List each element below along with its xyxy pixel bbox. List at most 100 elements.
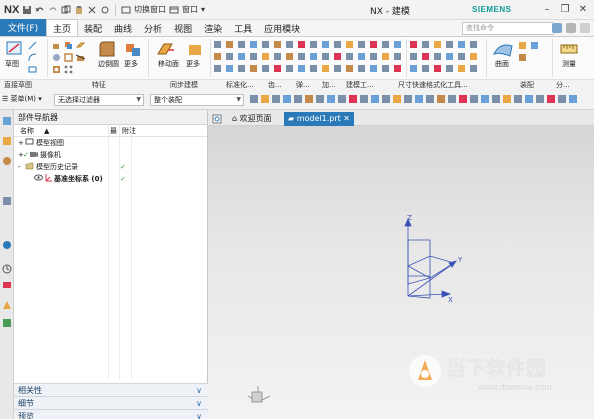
column-header-attachment[interactable]: 附注 — [122, 125, 136, 137]
more-features-icon[interactable] — [122, 40, 144, 58]
column-header-name[interactable]: 名称 — [20, 125, 34, 137]
trim-body-icon[interactable] — [76, 53, 85, 62]
customize-dropdown-icon[interactable]: ▾ — [201, 5, 205, 14]
surface-icon[interactable] — [492, 40, 514, 58]
title-bar: NX 切换窗口 窗口 ▾ NX - 建模 SIEMENS – ❐ ✕ — [0, 0, 594, 20]
list-item-datum-csys[interactable]: 基准坐标系 (0) ✓ — [14, 173, 207, 185]
snap-point-toolbar[interactable] — [250, 95, 590, 105]
constraint-navigator-icon[interactable] — [2, 156, 12, 166]
tab-analysis[interactable]: 分析 — [138, 20, 168, 36]
view-triad[interactable] — [247, 386, 271, 403]
rectangle-icon[interactable] — [28, 65, 37, 74]
selection-scope-select[interactable]: 整个装配 ▼ — [150, 94, 244, 106]
column-header-latest[interactable]: 最 — [110, 125, 117, 137]
selection-filter-select[interactable]: 无选择过滤器 ▼ — [54, 94, 144, 106]
component-icon[interactable] — [530, 41, 539, 50]
visibility-icon[interactable] — [34, 173, 43, 186]
sketch-icon[interactable] — [4, 40, 26, 58]
tab-model1[interactable]: ▰ model1.prt ✕ — [284, 112, 354, 126]
watermark-logo — [409, 355, 441, 387]
copy-icon[interactable] — [61, 5, 71, 15]
web-browser-icon[interactable] — [2, 240, 12, 250]
surface-button[interactable]: 曲面 — [495, 59, 509, 69]
details-panel[interactable]: 细节 ∨ — [14, 396, 208, 409]
ribbon-minimize-icon[interactable] — [580, 23, 590, 33]
tool-icon-grid[interactable] — [214, 41, 402, 75]
command-search-input[interactable]: 查找命令 — [462, 22, 554, 35]
more-sync-button[interactable]: 更多 — [186, 59, 200, 69]
preview-panel[interactable]: 预览 ∨ — [14, 409, 208, 419]
file-menu[interactable]: 文件(F) — [0, 19, 46, 36]
expand-icon[interactable]: + — [18, 137, 24, 149]
assembly-add-icon[interactable] — [518, 41, 527, 50]
close-icon[interactable]: ✕ — [574, 0, 592, 18]
move-face-icon[interactable] — [154, 40, 176, 58]
part-navigator-icon[interactable] — [2, 116, 12, 126]
paste-icon[interactable] — [74, 5, 84, 15]
window-icon — [169, 5, 179, 15]
dependencies-panel[interactable]: 相关性 ∨ — [14, 383, 208, 396]
collapse-icon[interactable]: - — [18, 161, 21, 173]
close-tab-icon[interactable]: ✕ — [341, 114, 350, 123]
list-item-cameras[interactable]: + ✓ 摄像机 — [14, 149, 207, 161]
more-features-button[interactable]: 更多 — [124, 59, 138, 69]
repeat-icon[interactable] — [100, 5, 110, 15]
tab-view[interactable]: 视图 — [168, 20, 198, 36]
ribbon: 草图 边倒圆 更多 移动面 更多 曲面 测量 直接草图 特征 同步建模 标准化.… — [0, 37, 594, 90]
arc-icon[interactable] — [28, 53, 37, 62]
save-icon[interactable] — [22, 5, 32, 15]
list-item-model-history[interactable]: - 模型历史记录 ✓ — [14, 161, 207, 173]
sort-ascending-icon[interactable]: ▲ — [44, 125, 49, 137]
revolve-icon[interactable] — [52, 53, 61, 62]
undo-icon[interactable] — [35, 5, 45, 15]
constraint-icon[interactable] — [518, 53, 527, 62]
group-label-machining: 加... — [322, 81, 336, 89]
tab-home[interactable]: 主页 — [46, 19, 79, 36]
hole-icon[interactable] — [52, 65, 61, 74]
tab-tools[interactable]: 工具 — [228, 20, 258, 36]
datum-plane-icon[interactable] — [76, 41, 85, 50]
group-label-direct-sketch: 直接草图 — [4, 81, 32, 89]
delete-icon[interactable] — [87, 5, 97, 15]
tab-curve[interactable]: 曲线 — [108, 20, 138, 36]
measure-button[interactable]: 测量 — [562, 59, 576, 69]
tab-render[interactable]: 渲染 — [198, 20, 228, 36]
watermark-url: www.downxia.com — [478, 382, 553, 392]
list-item-model-views[interactable]: + 模型视图 — [14, 137, 207, 149]
process-studio-icon[interactable] — [2, 280, 12, 290]
dependencies-label: 相关性 — [18, 386, 42, 395]
tab-welcome-label: 欢迎页面 — [239, 114, 272, 123]
switch-window-button[interactable]: 切换窗口 — [134, 4, 166, 15]
graphics-window[interactable]: Z Y X 当下软件园 www.downxia.com — [208, 126, 594, 419]
system-materials-icon[interactable] — [2, 318, 12, 328]
tab-welcome-page[interactable]: ⌂ 欢迎页面 — [228, 112, 276, 126]
settings-icon[interactable] — [566, 23, 576, 33]
assembly-navigator-icon[interactable] — [2, 136, 12, 146]
roles-icon[interactable] — [2, 300, 12, 310]
more-sync-icon[interactable] — [184, 40, 206, 58]
chevron-down-icon[interactable]: ∨ — [196, 410, 202, 419]
edge-blend-icon[interactable] — [96, 40, 118, 58]
format-tool-icons[interactable] — [410, 41, 482, 75]
part-navigator: 部件导航器 名称 ▲ 最 附注 + 模型视图 + ✓ 摄像机 - 模型历史记录 … — [14, 110, 208, 419]
history-icon[interactable] — [2, 264, 12, 274]
extrude-icon[interactable] — [52, 41, 61, 50]
redo-icon[interactable] — [48, 5, 58, 15]
reuse-library-icon[interactable] — [2, 196, 12, 206]
window-button[interactable]: 窗口 — [182, 4, 198, 15]
edge-blend-button[interactable]: 边倒圆 — [98, 59, 119, 69]
shell-icon[interactable] — [64, 53, 73, 62]
tab-assembly[interactable]: 装配 — [78, 20, 108, 36]
unite-icon[interactable] — [64, 41, 73, 50]
pattern-icon[interactable] — [64, 65, 73, 74]
restore-icon[interactable]: ❐ — [556, 0, 574, 18]
minimize-icon[interactable]: – — [538, 0, 556, 18]
menu-icon: ☰ — [2, 95, 11, 103]
tab-applications[interactable]: 应用模块 — [258, 20, 306, 36]
line-icon[interactable] — [28, 41, 37, 50]
menu-button[interactable]: ☰ 菜单(M) ▾ — [2, 94, 42, 104]
move-face-button[interactable]: 移动面 — [158, 59, 179, 69]
measure-icon[interactable] — [558, 40, 580, 58]
sketch-button[interactable]: 草图 — [5, 59, 19, 69]
help-icon[interactable] — [552, 23, 562, 33]
